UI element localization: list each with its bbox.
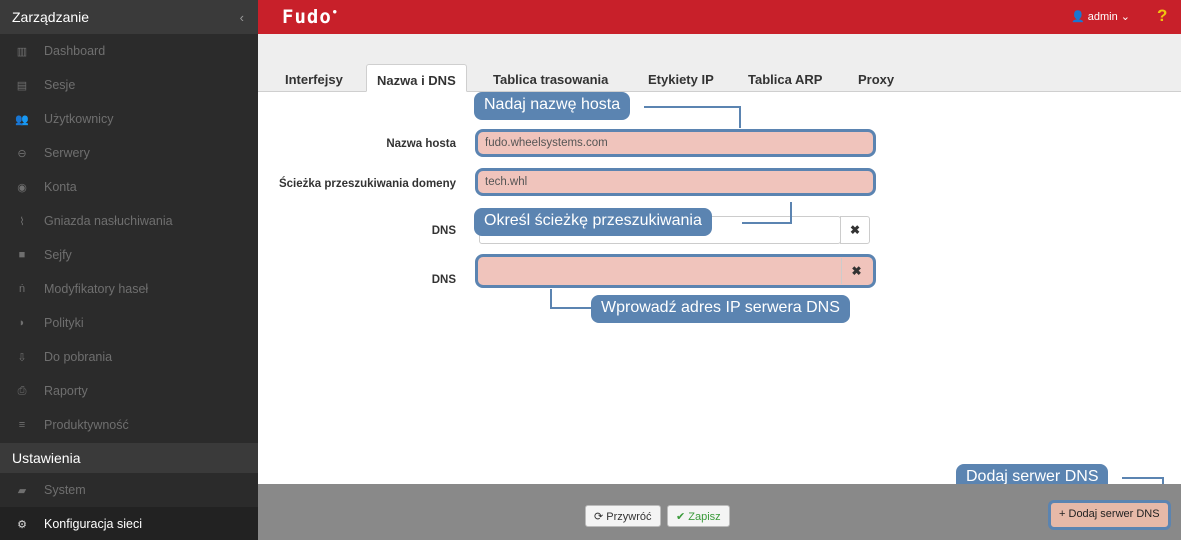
search-path-input[interactable]: tech.whl: [475, 168, 876, 196]
hostname-label: Nazwa hosta: [386, 138, 456, 150]
sidebar-item-sessions[interactable]: ▤ Sesje: [0, 68, 258, 102]
accounts-icon: ◉: [17, 181, 27, 194]
callout-connector: [644, 106, 741, 108]
remove-dns-2-button[interactable]: ✖: [841, 258, 871, 284]
dns-label: DNS: [431, 274, 456, 286]
collapse-sidebar-icon[interactable]: ‹: [240, 10, 244, 25]
tab-proxy[interactable]: Proxy: [858, 64, 894, 92]
sidebar-item-servers[interactable]: ⊖ Serwery: [0, 136, 258, 170]
tab-interfaces[interactable]: Interfejsy: [285, 64, 343, 92]
sidebar-item-label: Polityki: [44, 316, 84, 330]
save-button[interactable]: ✔ Zapisz: [667, 505, 730, 527]
sidebar-item-label: Do pobrania: [44, 350, 113, 364]
sidebar-header: Zarządzanie ‹: [0, 0, 258, 34]
sidebar-item-label: Produktywność: [44, 418, 129, 432]
system-icon: ▰: [17, 484, 27, 497]
reports-icon: ⎙: [17, 384, 27, 397]
callout-search-path: Określ ścieżkę przeszukiwania: [474, 208, 712, 236]
sidebar-item-reports[interactable]: ⎙ Raporty: [0, 374, 258, 408]
plus-icon: +: [1059, 508, 1066, 520]
add-dns-server-label: Dodaj serwer DNS: [1068, 508, 1160, 520]
footer-bar: ⟳ Przywróć ✔ Zapisz + Dodaj serwer DNS: [258, 484, 1181, 540]
sidebar-item-label: Gniazda nasłuchiwania: [44, 214, 173, 228]
tab-bar: Interfejsy Nazwa i DNS Tablica trasowani…: [258, 34, 1181, 92]
dns-label: DNS: [431, 225, 456, 237]
policies-icon: ◗: [18, 317, 26, 329]
search-path-label: Ścieżka przeszukiwania domeny: [278, 178, 456, 190]
sidebar-item-system[interactable]: ▰ System: [0, 473, 258, 507]
sidebar-item-dashboard[interactable]: ▥ Dashboard: [0, 34, 258, 68]
gears-icon: ⚙: [17, 518, 27, 531]
sidebar-item-policies[interactable]: ◗ Polityki: [0, 306, 258, 340]
sidebar-item-network-config[interactable]: ⚙ Konfiguracja sieci: [0, 507, 258, 540]
logo-text: Fudo: [282, 6, 332, 28]
sidebar-section-settings: Ustawienia: [0, 443, 258, 473]
productivity-icon: ≡: [18, 419, 26, 431]
users-icon: 👥: [15, 113, 29, 126]
password-changers-icon: ṅ: [18, 283, 26, 295]
restore-label: Przywróć: [606, 511, 652, 523]
callout-dns: Wprowadź adres IP serwera DNS: [591, 295, 850, 323]
dashboard-icon: ▥: [16, 45, 28, 58]
topbar: Fudo• 👤 admin ⌄ ?: [258, 0, 1181, 34]
restore-button[interactable]: ⟳ Przywróć: [585, 505, 661, 527]
callout-connector: [1122, 477, 1164, 479]
sidebar-item-safes[interactable]: ■ Sejfy: [0, 238, 258, 272]
save-label: Zapisz: [688, 511, 721, 523]
main-content: Interfejsy Nazwa i DNS Tablica trasowani…: [258, 34, 1181, 540]
tab-ip-labels[interactable]: Etykiety IP: [648, 64, 714, 92]
sidebar-item-label: Sesje: [44, 78, 76, 92]
sidebar-item-label: System: [44, 483, 86, 497]
chevron-down-icon: ⌄: [1120, 11, 1131, 23]
sidebar-title: Zarządzanie: [12, 9, 90, 25]
refresh-icon: ⟳: [594, 511, 604, 523]
sidebar-item-label: Dashboard: [44, 44, 106, 58]
callout-hostname: Nadaj nazwę hosta: [474, 92, 631, 120]
download-icon: ⇩: [17, 351, 27, 364]
user-name: admin: [1087, 11, 1118, 23]
user-menu[interactable]: 👤 admin ⌄: [1071, 10, 1130, 23]
user-icon: 👤: [1071, 11, 1085, 23]
listeners-icon: ⌇: [19, 215, 25, 228]
fudo-logo: Fudo•: [282, 6, 339, 28]
sidebar-item-password-changers[interactable]: ṅ Modyfikatory haseł: [0, 272, 258, 306]
callout-connector: [790, 202, 792, 223]
tab-arp-table[interactable]: Tablica ARP: [748, 64, 822, 92]
dns-input-2[interactable]: ✖: [475, 254, 876, 288]
callout-connector: [739, 106, 741, 128]
callout-connector: [550, 289, 552, 309]
sidebar-item-label: Raporty: [44, 384, 88, 398]
callout-connector: [550, 307, 592, 309]
sidebar-item-downloads[interactable]: ⇩ Do pobrania: [0, 340, 258, 374]
safes-icon: ■: [18, 249, 26, 261]
add-dns-server-button[interactable]: + Dodaj serwer DNS: [1048, 500, 1171, 530]
tab-name-dns[interactable]: Nazwa i DNS: [366, 64, 467, 92]
sidebar-item-label: Sejfy: [44, 248, 72, 262]
sidebar-item-label: Konfiguracja sieci: [44, 517, 142, 531]
callout-connector: [742, 222, 792, 224]
sidebar-item-label: Konta: [44, 180, 77, 194]
sidebar-item-accounts[interactable]: ◉ Konta: [0, 170, 258, 204]
sidebar-item-productivity[interactable]: ≡ Produktywność: [0, 408, 258, 442]
sidebar-item-label: Serwery: [44, 146, 90, 160]
help-icon[interactable]: ?: [1157, 6, 1167, 26]
sidebar-item-label: Użytkownicy: [44, 112, 114, 126]
sidebar-item-listeners[interactable]: ⌇ Gniazda nasłuchiwania: [0, 204, 258, 238]
remove-dns-1-button[interactable]: ✖: [840, 216, 870, 244]
sidebar-item-label: Modyfikatory haseł: [44, 282, 149, 296]
sessions-icon: ▤: [16, 79, 28, 92]
servers-icon: ⊖: [17, 147, 27, 160]
tab-routing-table[interactable]: Tablica trasowania: [493, 64, 608, 92]
check-icon: ✔: [676, 511, 686, 523]
hostname-input[interactable]: fudo.wheelsystems.com: [475, 129, 876, 157]
sidebar: Zarządzanie ‹ ▥ Dashboard ▤ Sesje 👥 Użytkow…: [0, 0, 258, 540]
sidebar-item-users[interactable]: 👥 Użytkownicy: [0, 102, 258, 136]
